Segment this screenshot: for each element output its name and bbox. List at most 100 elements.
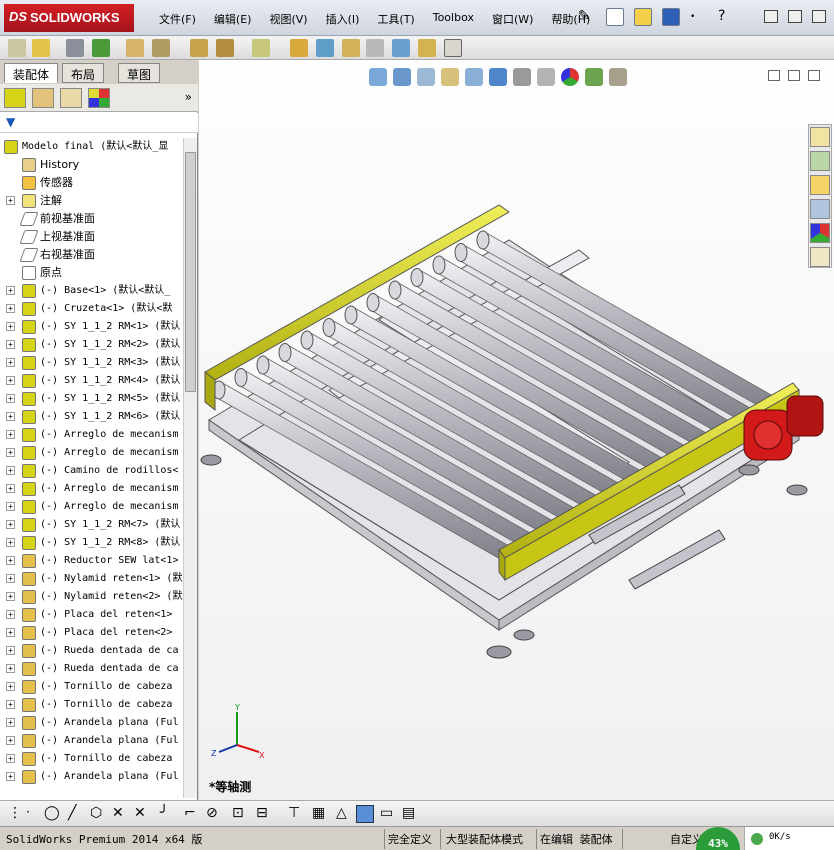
- shaded-view-icon[interactable]: [356, 805, 374, 823]
- tree-item[interactable]: + (-) Tornillo de cabeza: [0, 696, 184, 714]
- expand-toggle-icon[interactable]: +: [6, 646, 15, 655]
- tree-item[interactable]: + (-) Arreglo de mecanism: [0, 498, 184, 516]
- clearance-icon[interactable]: [418, 39, 436, 57]
- tab-assembly[interactable]: 装配体: [4, 63, 59, 83]
- tree-item[interactable]: + (-) Nylamid reten<2> (默: [0, 588, 184, 606]
- display-pane-icon[interactable]: ▭: [380, 805, 398, 823]
- tree-item[interactable]: + (-) Arandela plana (Ful: [0, 768, 184, 786]
- roller-conveyor-model[interactable]: [199, 60, 834, 800]
- tree-item[interactable]: + 注解: [0, 192, 184, 210]
- menu-edit[interactable]: 编辑(E): [205, 11, 261, 27]
- tree-item[interactable]: History: [0, 156, 184, 174]
- minimize-icon[interactable]: [764, 10, 778, 23]
- expand-toggle-icon[interactable]: +: [6, 322, 15, 331]
- polygon-icon[interactable]: ⬡: [90, 805, 108, 823]
- offset-icon[interactable]: ⊘: [206, 805, 224, 823]
- circle-icon[interactable]: ◯: [44, 805, 62, 823]
- expand-toggle-icon[interactable]: +: [6, 664, 15, 673]
- tree-item[interactable]: + (-) SY 1_1_2 RM<6> (默认: [0, 408, 184, 426]
- tree-item[interactable]: + (-) Arreglo de mecanism: [0, 480, 184, 498]
- expand-toggle-icon[interactable]: +: [6, 466, 15, 475]
- smart-fasteners-icon[interactable]: [126, 39, 144, 57]
- tree-scrollbar[interactable]: [183, 138, 197, 798]
- expand-toggle-icon[interactable]: +: [6, 358, 15, 367]
- configuration-manager-icon[interactable]: [60, 88, 82, 108]
- menu-toolbox[interactable]: Toolbox: [424, 11, 483, 27]
- tab-sketch[interactable]: 草图: [118, 63, 161, 83]
- trim-icon[interactable]: ✕: [112, 805, 130, 823]
- tree-item[interactable]: + (-) Placa del reten<2>: [0, 624, 184, 642]
- expand-toggle-icon[interactable]: +: [6, 682, 15, 691]
- tree-item[interactable]: + (-) Tornillo de cabeza: [0, 750, 184, 768]
- tree-item[interactable]: + (-) Rueda dentada de ca: [0, 642, 184, 660]
- expand-toggle-icon[interactable]: +: [6, 556, 15, 565]
- expand-toggle-icon[interactable]: +: [6, 718, 15, 727]
- new-motion-study-icon[interactable]: [290, 39, 308, 57]
- tree-filter[interactable]: ▼: [0, 113, 198, 133]
- close-icon[interactable]: [812, 10, 826, 23]
- expand-toggle-icon[interactable]: +: [6, 430, 15, 439]
- tree-item[interactable]: + (-) SY 1_1_2 RM<3> (默认: [0, 354, 184, 372]
- instant3d-icon[interactable]: [444, 39, 462, 57]
- expand-toggle-icon[interactable]: +: [6, 736, 15, 745]
- expand-toggle-icon[interactable]: +: [6, 754, 15, 763]
- tree-item[interactable]: + (-) Camino de rodillos<: [0, 462, 184, 480]
- split-view-icon[interactable]: ▤: [402, 805, 420, 823]
- display-manager-icon[interactable]: [88, 88, 110, 108]
- expand-toggle-icon[interactable]: +: [6, 772, 15, 781]
- tab-layout[interactable]: 布局: [62, 63, 105, 83]
- tree-item[interactable]: 原点: [0, 264, 184, 282]
- tree-item[interactable]: 前视基准面: [0, 210, 184, 228]
- expand-toggle-icon[interactable]: +: [6, 628, 15, 637]
- feature-tree-icon[interactable]: [4, 88, 26, 108]
- save-icon[interactable]: [662, 8, 680, 26]
- tree-item[interactable]: + (-) Base<1> (默认<默认_: [0, 282, 184, 300]
- help-icon[interactable]: ?: [718, 8, 736, 26]
- expand-toggle-icon[interactable]: +: [6, 412, 15, 421]
- pin-icon[interactable]: ✎: [578, 8, 596, 26]
- expand-toggle-icon[interactable]: +: [6, 484, 15, 493]
- expand-toggle-icon[interactable]: +: [6, 538, 15, 547]
- tree-item[interactable]: Modelo final (默认<默认_显: [0, 138, 184, 156]
- filter-icon[interactable]: ▼: [6, 115, 15, 129]
- triangle-icon[interactable]: △: [336, 805, 354, 823]
- linear-pattern-icon[interactable]: [92, 39, 110, 57]
- tree-item[interactable]: + (-) SY 1_1_2 RM<5> (默认: [0, 390, 184, 408]
- fillet-icon[interactable]: ╯: [160, 805, 178, 823]
- grid-icon[interactable]: ▦: [312, 805, 330, 823]
- tree-item[interactable]: + (-) SY 1_1_2 RM<8> (默认: [0, 534, 184, 552]
- assembly-tool-icon[interactable]: [8, 39, 26, 57]
- tree-item[interactable]: + (-) Arreglo de mecanism: [0, 426, 184, 444]
- expand-toggle-icon[interactable]: +: [6, 448, 15, 457]
- relation-icon[interactable]: ⊟: [256, 805, 274, 823]
- mate-icon[interactable]: [66, 39, 84, 57]
- tree-item[interactable]: + (-) Arandela plana (Ful: [0, 732, 184, 750]
- tree-item[interactable]: + (-) Cruzeta<1> (默认<默: [0, 300, 184, 318]
- expand-toggle-icon[interactable]: +: [6, 196, 15, 205]
- expand-toggle-icon[interactable]: +: [6, 502, 15, 511]
- expand-toggle-icon[interactable]: +: [6, 394, 15, 403]
- scrollbar-thumb[interactable]: [185, 152, 196, 392]
- move-component-icon[interactable]: [152, 39, 170, 57]
- tree-item[interactable]: 上视基准面: [0, 228, 184, 246]
- expand-panel-icon[interactable]: »: [185, 90, 192, 104]
- assembly-features-icon[interactable]: [216, 39, 234, 57]
- tree-item[interactable]: + (-) SY 1_1_2 RM<1> (默认: [0, 318, 184, 336]
- graphics-viewport[interactable]: Y X Z *等轴测: [199, 60, 834, 800]
- new-document-icon[interactable]: [606, 8, 624, 26]
- tree-item[interactable]: + (-) Reductor SEW lat<1>: [0, 552, 184, 570]
- expand-toggle-icon[interactable]: +: [6, 592, 15, 601]
- dimension-icon[interactable]: ⊡: [232, 805, 250, 823]
- expand-toggle-icon[interactable]: +: [6, 304, 15, 313]
- expand-toggle-icon[interactable]: +: [6, 376, 15, 385]
- tree-item[interactable]: + (-) Placa del reten<1>: [0, 606, 184, 624]
- bill-of-materials-icon[interactable]: [316, 39, 334, 57]
- tree-item[interactable]: + (-) Rueda dentada de ca: [0, 660, 184, 678]
- tree-item[interactable]: + (-) SY 1_1_2 RM<4> (默认: [0, 372, 184, 390]
- menu-tools[interactable]: 工具(T): [368, 11, 423, 27]
- property-manager-icon[interactable]: [32, 88, 54, 108]
- reference-geometry-icon[interactable]: [252, 39, 270, 57]
- tree-item[interactable]: + (-) SY 1_1_2 RM<7> (默认: [0, 516, 184, 534]
- menu-view[interactable]: 视图(V): [260, 11, 316, 27]
- expand-toggle-icon[interactable]: +: [6, 610, 15, 619]
